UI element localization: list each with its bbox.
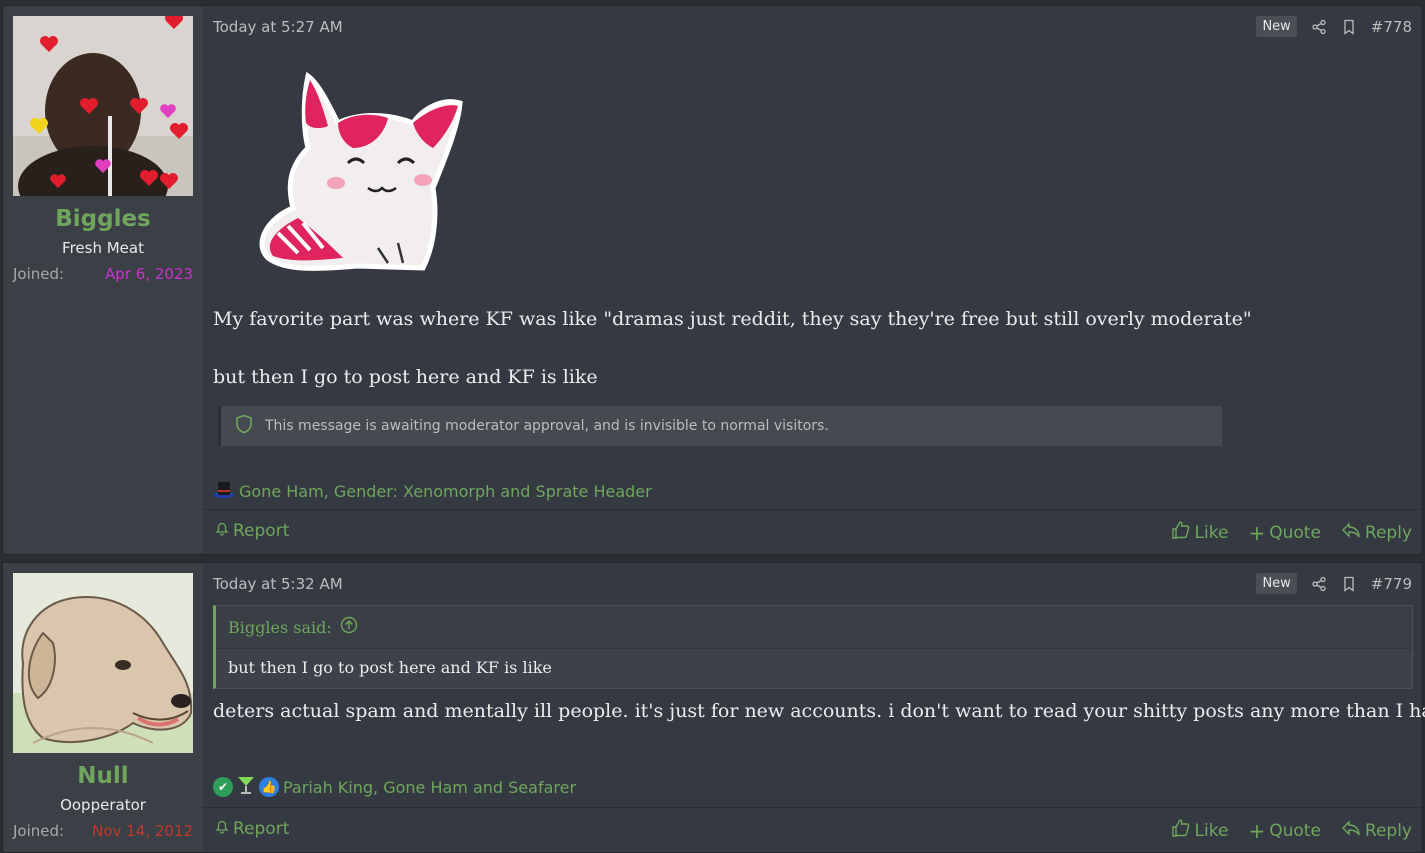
quote-header[interactable]: Biggles said: <box>216 606 1412 649</box>
reply-button[interactable]: Reply <box>1341 520 1412 545</box>
user-title: Oopperator <box>60 796 146 814</box>
plus-icon: + <box>1248 818 1266 843</box>
sticker-image <box>248 68 463 273</box>
reactions-bar[interactable]: Gone Ham, Gender: Xenomorph and Sprate H… <box>213 479 652 503</box>
new-badge: New <box>1256 573 1297 594</box>
moderation-notice-text: This message is awaiting moderator appro… <box>265 418 829 434</box>
quote-label: Quote <box>1269 522 1321 543</box>
post-text-line: My favorite part was where KF was like "… <box>213 308 1252 330</box>
report-button[interactable]: Report <box>215 520 289 541</box>
circle-arrow-up-icon[interactable] <box>340 616 358 638</box>
post-text-line: but then I go to post here and KF is lik… <box>213 366 598 388</box>
avatar[interactable] <box>13 573 193 753</box>
check-reaction-icon: ✔ <box>213 777 233 797</box>
share-icon[interactable] <box>1311 19 1327 35</box>
post-778: Biggles Fresh Meat Joined: Apr 6, 2023 T… <box>2 5 1423 555</box>
post-main: Today at 5:32 AM New #779 Biggles said: … <box>203 563 1425 852</box>
like-button[interactable]: Like <box>1171 818 1229 843</box>
thumbs-up-icon <box>1171 818 1191 843</box>
post-actions: Like + Quote Reply <box>1171 520 1412 545</box>
quote-button[interactable]: + Quote <box>1248 520 1320 545</box>
quote-body: but then I go to post here and KF is lik… <box>228 658 552 677</box>
bell-icon <box>215 520 229 541</box>
joined-label: Joined: <box>13 822 65 840</box>
report-label: Report <box>233 520 290 541</box>
post-779: Null Oopperator Joined: Nov 14, 2012 Tod… <box>2 562 1425 853</box>
quote-label: Quote <box>1269 820 1321 841</box>
report-button[interactable]: Report <box>215 818 289 839</box>
thumbs-up-reaction-icon: 👍 <box>259 777 279 797</box>
post-tools: New #778 <box>1256 16 1412 37</box>
reactions-text[interactable]: Gone Ham, Gender: Xenomorph and Sprate H… <box>239 482 652 501</box>
post-actions: Like + Quote Reply <box>1171 818 1412 843</box>
shield-icon <box>235 414 253 438</box>
share-icon[interactable] <box>1311 576 1327 592</box>
user-panel: Biggles Fresh Meat Joined: Apr 6, 2023 <box>3 6 203 554</box>
reply-label: Reply <box>1364 820 1412 841</box>
username[interactable]: Biggles <box>3 206 203 232</box>
post-footer: Report Like + Quote Reply <box>203 807 1422 852</box>
like-button[interactable]: Like <box>1171 520 1229 545</box>
moderation-notice: This message is awaiting moderator appro… <box>218 406 1222 446</box>
bookmark-icon[interactable] <box>1341 576 1357 592</box>
user-panel: Null Oopperator Joined: Nov 14, 2012 <box>3 563 203 852</box>
post-text-line: deters actual spam and mentally ill peop… <box>213 700 1425 722</box>
post-footer: Report Like + Quote Reply <box>203 509 1422 554</box>
reply-arrow-icon <box>1341 819 1361 842</box>
like-label: Like <box>1194 522 1229 543</box>
reactions-bar[interactable]: ✔ 👍 Pariah King, Gone Ham and Seafarer <box>213 775 576 799</box>
bookmark-icon[interactable] <box>1341 19 1357 35</box>
reactions-text[interactable]: Pariah King, Gone Ham and Seafarer <box>283 778 576 797</box>
reply-arrow-icon <box>1341 521 1361 544</box>
quote-block: Biggles said: but then I go to post here… <box>213 605 1413 689</box>
quote-author[interactable]: Biggles said: <box>228 618 332 637</box>
post-tools: New #779 <box>1256 573 1412 594</box>
username[interactable]: Null <box>3 763 203 789</box>
joined-date: Apr 6, 2023 <box>105 265 193 283</box>
avatar[interactable] <box>13 16 193 196</box>
report-label: Report <box>233 818 290 839</box>
user-title: Fresh Meat <box>62 239 144 257</box>
bell-icon <box>215 818 229 839</box>
post-number[interactable]: #778 <box>1371 18 1412 36</box>
joined-label: Joined: <box>13 265 65 283</box>
post-timestamp[interactable]: Today at 5:32 AM <box>213 575 343 593</box>
top-hat-reaction-icon <box>213 479 235 503</box>
like-label: Like <box>1194 820 1229 841</box>
reply-button[interactable]: Reply <box>1341 818 1412 843</box>
post-number[interactable]: #779 <box>1371 575 1412 593</box>
joined-date: Nov 14, 2012 <box>92 822 193 840</box>
post-timestamp[interactable]: Today at 5:27 AM <box>213 18 343 36</box>
quote-button[interactable]: + Quote <box>1248 818 1320 843</box>
cocktail-reaction-icon <box>237 775 255 799</box>
thumbs-up-icon <box>1171 520 1191 545</box>
post-main: Today at 5:27 AM New #778 My favorite pa… <box>203 6 1422 554</box>
reply-label: Reply <box>1364 522 1412 543</box>
plus-icon: + <box>1248 520 1266 545</box>
new-badge: New <box>1256 16 1297 37</box>
